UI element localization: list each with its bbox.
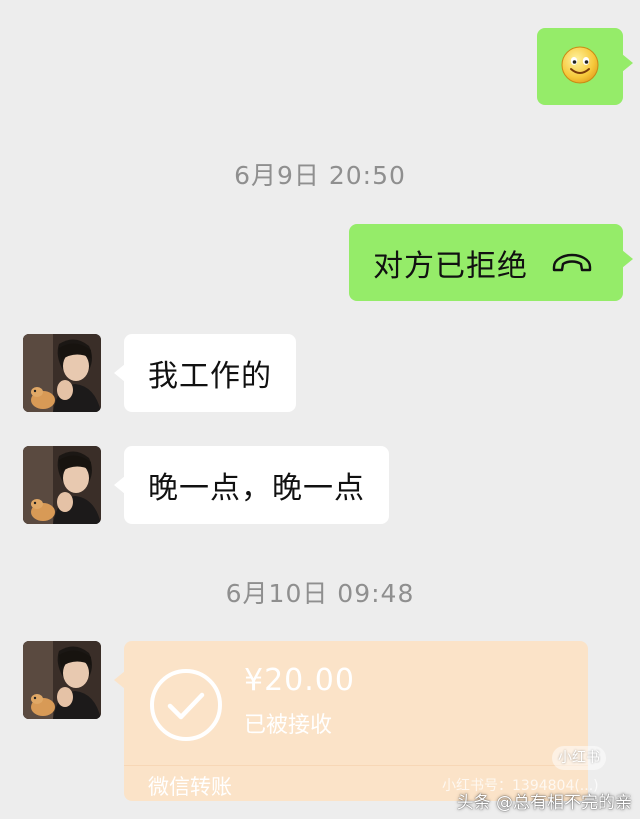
divider: [124, 765, 588, 766]
call-status-bubble[interactable]: 对方已拒绝: [349, 224, 633, 301]
transfer-amount: ¥20.00: [244, 663, 355, 698]
timestamp: 6月9日 20:50: [234, 161, 406, 190]
message-text: 我工作的: [148, 359, 272, 394]
transfer-label: 微信转账: [148, 775, 232, 799]
message-text: 晚一点，晚一点: [148, 471, 365, 506]
avatar[interactable]: [23, 446, 101, 524]
toutiao-watermark: 头条 @总有相不完的亲: [456, 793, 632, 813]
avatar[interactable]: [23, 641, 101, 719]
received-message-bubble[interactable]: 晚一点，晚一点: [114, 446, 389, 524]
check-circle-icon: [148, 667, 224, 747]
phone-hangup-icon: [550, 251, 594, 275]
call-status-text: 对方已拒绝: [373, 248, 528, 284]
received-message-bubble[interactable]: 我工作的: [114, 334, 296, 412]
xhs-badge: 小红书: [552, 746, 606, 770]
avatar[interactable]: [23, 334, 101, 412]
emoji-message-bubble[interactable]: [537, 28, 633, 105]
timestamp: 6月10日 09:48: [225, 579, 415, 608]
transfer-status: 已被接收: [244, 713, 333, 738]
smiley-emoji-icon: [560, 45, 600, 89]
